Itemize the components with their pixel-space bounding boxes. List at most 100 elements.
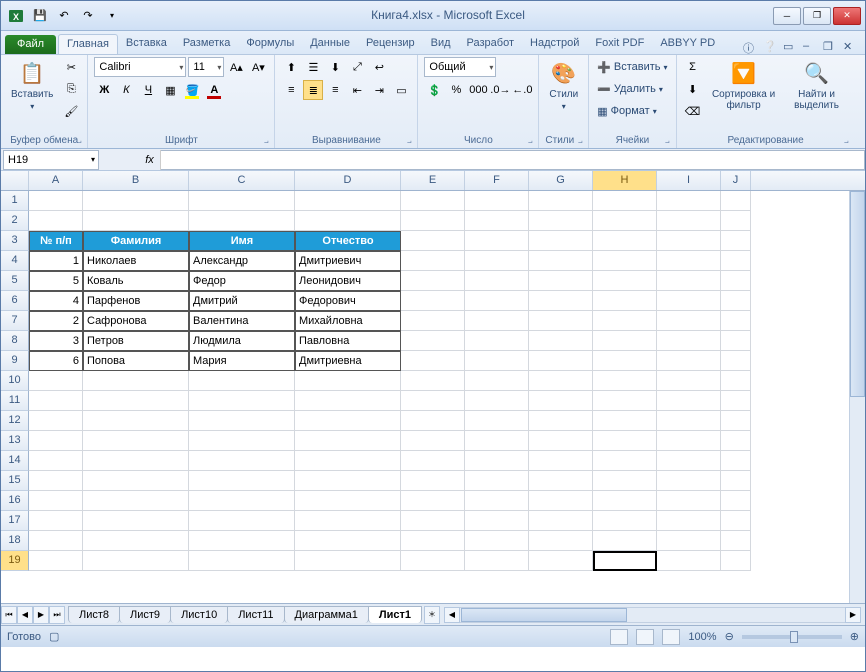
cell-E7[interactable] (401, 311, 465, 331)
align-right-icon[interactable]: ≡ (325, 80, 345, 100)
cell-F19[interactable] (465, 551, 529, 571)
cell-A12[interactable] (29, 411, 83, 431)
cell-F2[interactable] (465, 211, 529, 231)
cell-F12[interactable] (465, 411, 529, 431)
cell-A5[interactable]: 5 (29, 271, 83, 291)
cell-F18[interactable] (465, 531, 529, 551)
cell-I3[interactable] (657, 231, 721, 251)
row-header-7[interactable]: 7 (1, 311, 29, 331)
fill-icon[interactable]: ⬇ (683, 79, 703, 99)
cell-G12[interactable] (529, 411, 593, 431)
cell-H8[interactable] (593, 331, 657, 351)
cell-G19[interactable] (529, 551, 593, 571)
cell-B14[interactable] (83, 451, 189, 471)
excel-icon[interactable]: X (5, 5, 27, 27)
cell-E16[interactable] (401, 491, 465, 511)
zoom-level[interactable]: 100% (688, 631, 716, 643)
cell-I6[interactable] (657, 291, 721, 311)
cell-J14[interactable] (721, 451, 751, 471)
cell-H13[interactable] (593, 431, 657, 451)
column-header-D[interactable]: D (295, 171, 401, 190)
cell-D13[interactable] (295, 431, 401, 451)
cell-D1[interactable] (295, 191, 401, 211)
cell-I16[interactable] (657, 491, 721, 511)
zoom-out-icon[interactable]: ⊖ (725, 630, 734, 643)
cell-B7[interactable]: Сафронова (83, 311, 189, 331)
cell-F11[interactable] (465, 391, 529, 411)
cell-D9[interactable]: Дмитриевна (295, 351, 401, 371)
fill-color-icon[interactable]: 🪣 (182, 80, 202, 100)
font-size-combo[interactable]: 11 (188, 57, 224, 77)
cell-G9[interactable] (529, 351, 593, 371)
cell-J19[interactable] (721, 551, 751, 571)
help-icon[interactable]: ❔ (763, 40, 777, 54)
cell-E17[interactable] (401, 511, 465, 531)
cell-F1[interactable] (465, 191, 529, 211)
cell-E11[interactable] (401, 391, 465, 411)
minimize-ribbon-icon[interactable]: ⓘ (743, 40, 757, 54)
cell-H17[interactable] (593, 511, 657, 531)
mdi-close-icon[interactable]: ✕ (843, 40, 857, 54)
new-sheet-icon[interactable]: ＊ (424, 606, 440, 624)
cell-E19[interactable] (401, 551, 465, 571)
cell-D4[interactable]: Дмитриевич (295, 251, 401, 271)
cell-E2[interactable] (401, 211, 465, 231)
align-top-icon[interactable]: ⬆ (281, 57, 301, 77)
first-sheet-icon[interactable]: ⏮ (1, 606, 17, 624)
cell-C15[interactable] (189, 471, 295, 491)
autosum-icon[interactable]: Σ (683, 57, 703, 77)
cell-I17[interactable] (657, 511, 721, 531)
cell-A1[interactable] (29, 191, 83, 211)
row-header-1[interactable]: 1 (1, 191, 29, 211)
font-color-icon[interactable]: A (204, 80, 224, 100)
orientation-icon[interactable]: ⤢ (347, 57, 367, 77)
ribbon-tab-5[interactable]: Рецензир (358, 34, 423, 54)
cell-F17[interactable] (465, 511, 529, 531)
insert-cells-button[interactable]: ➕Вставить▾ (595, 57, 669, 77)
zoom-in-icon[interactable]: ⊕ (850, 630, 859, 643)
cell-C17[interactable] (189, 511, 295, 531)
cell-F9[interactable] (465, 351, 529, 371)
cell-B4[interactable]: Николаев (83, 251, 189, 271)
cell-C16[interactable] (189, 491, 295, 511)
cell-I15[interactable] (657, 471, 721, 491)
cell-J6[interactable] (721, 291, 751, 311)
horizontal-scrollbar[interactable]: ◀ ▶ (444, 607, 861, 623)
cell-J13[interactable] (721, 431, 751, 451)
cell-A19[interactable] (29, 551, 83, 571)
cell-C7[interactable]: Валентина (189, 311, 295, 331)
cell-H4[interactable] (593, 251, 657, 271)
cell-G7[interactable] (529, 311, 593, 331)
cell-H16[interactable] (593, 491, 657, 511)
cell-B10[interactable] (83, 371, 189, 391)
align-left-icon[interactable]: ≡ (281, 80, 301, 100)
ribbon-tab-4[interactable]: Данные (302, 34, 358, 54)
cell-I8[interactable] (657, 331, 721, 351)
cell-F16[interactable] (465, 491, 529, 511)
cell-J17[interactable] (721, 511, 751, 531)
minimize-button[interactable]: ─ (773, 7, 801, 25)
maximize-button[interactable]: ❐ (803, 7, 831, 25)
vertical-scrollbar[interactable] (849, 191, 865, 603)
cell-I5[interactable] (657, 271, 721, 291)
row-header-16[interactable]: 16 (1, 491, 29, 511)
close-button[interactable]: ✕ (833, 7, 861, 25)
cell-I7[interactable] (657, 311, 721, 331)
cell-D11[interactable] (295, 391, 401, 411)
row-header-4[interactable]: 4 (1, 251, 29, 271)
undo-icon[interactable]: ↶ (53, 5, 75, 27)
cell-G18[interactable] (529, 531, 593, 551)
cell-C12[interactable] (189, 411, 295, 431)
next-sheet-icon[interactable]: ▶ (33, 606, 49, 624)
cell-F4[interactable] (465, 251, 529, 271)
increase-decimal-icon[interactable]: .0→ (490, 80, 510, 100)
cell-H12[interactable] (593, 411, 657, 431)
cell-B9[interactable]: Попова (83, 351, 189, 371)
cell-J8[interactable] (721, 331, 751, 351)
copy-icon[interactable]: ⎘ (61, 79, 81, 99)
cell-G15[interactable] (529, 471, 593, 491)
cell-H14[interactable] (593, 451, 657, 471)
cell-E9[interactable] (401, 351, 465, 371)
cell-G13[interactable] (529, 431, 593, 451)
merge-icon[interactable]: ▭ (391, 80, 411, 100)
